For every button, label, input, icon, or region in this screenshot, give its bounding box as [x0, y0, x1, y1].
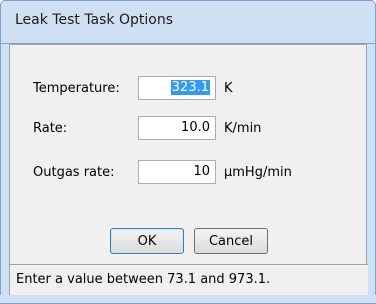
outgas-rate-label: Outgas rate: [33, 165, 115, 180]
dialog-title: Leak Test Task Options [15, 12, 174, 28]
outgas-rate-field[interactable]: 10 [138, 160, 216, 184]
rate-value: 10.0 [181, 120, 210, 135]
temperature-unit: K [224, 81, 233, 96]
temperature-label: Temperature: [33, 81, 120, 96]
temperature-value: 323.1 [170, 80, 210, 95]
status-message: Enter a value between 73.1 and 973.1. [16, 272, 271, 287]
cancel-button[interactable]: Cancel [194, 228, 268, 254]
temperature-field[interactable]: 323.1 [138, 76, 216, 100]
rate-unit: K/min [224, 121, 262, 136]
window-frame-bottom [0, 295, 376, 304]
dialog-body: Temperature: 323.1 K Rate: 10.0 K/min Ou… [9, 44, 368, 295]
rate-label: Rate: [33, 121, 68, 136]
outgas-rate-unit: µmHg/min [224, 165, 292, 180]
status-bar: Enter a value between 73.1 and 973.1. [10, 264, 368, 295]
window-frame-right [367, 44, 376, 304]
ok-button[interactable]: OK [110, 228, 184, 254]
leak-test-options-dialog: Leak Test Task Options Temperature: 323.… [0, 0, 376, 304]
rate-field[interactable]: 10.0 [138, 116, 216, 140]
outgas-rate-value: 10 [193, 164, 210, 179]
window-frame-left [0, 44, 9, 304]
title-bar[interactable]: Leak Test Task Options [0, 0, 376, 44]
